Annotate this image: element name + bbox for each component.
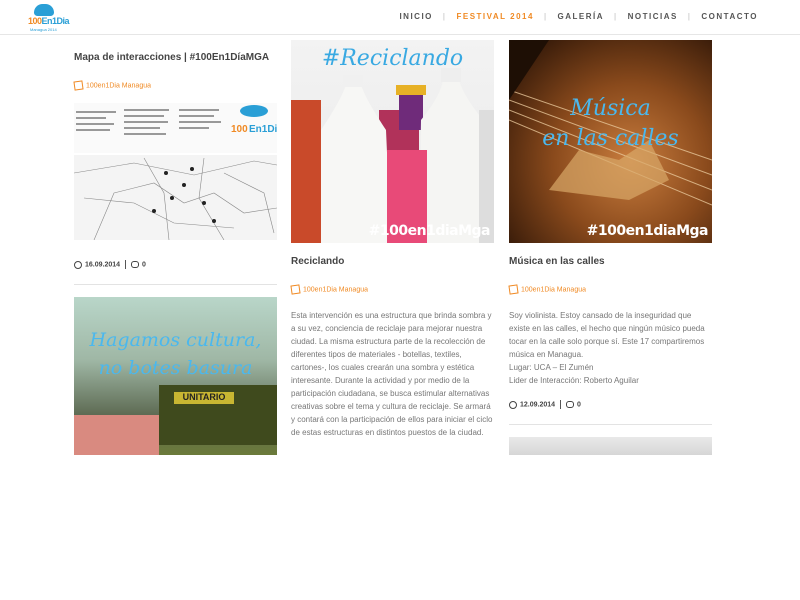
tag-icon <box>508 284 519 295</box>
recycling-image[interactable]: #Reciclando #100en1diaMga <box>291 40 494 243</box>
post-title-reciclando[interactable]: Reciclando <box>291 256 344 267</box>
nav-separator: | <box>687 12 692 21</box>
nav-item-festival[interactable]: FESTIVAL 2014 <box>456 12 533 21</box>
site-header: 100En1Dia Managua 2014 INICIO | FESTIVAL 2… <box>0 0 800 35</box>
excerpt-text: Soy violinista. Estoy cansado de la inse… <box>509 311 705 359</box>
post-title-map[interactable]: Mapa de interacciones | #100En1DíaMGA <box>74 52 269 63</box>
hashtag: #100en1diaMga <box>368 223 491 239</box>
overlay-line-1: Hagamos cultura, <box>89 329 262 351</box>
music-image[interactable]: Música en las calles #100en1diaMga <box>509 40 712 243</box>
overlay-reciclando: #Reciclando <box>321 46 464 71</box>
overlay-musica: Música <box>570 96 651 121</box>
post-meta: 12.09.2014 0 <box>509 400 581 409</box>
comment-icon <box>131 261 140 268</box>
post-tag[interactable]: 100en1Dia Managua <box>290 284 368 295</box>
clock-icon <box>509 400 517 409</box>
page-blank-area <box>0 455 800 600</box>
culture-image[interactable]: UNITARIO Hagamos cultura, no botes basur… <box>74 297 277 455</box>
site-logo[interactable]: 100En1Dia Managua 2014 <box>28 4 70 32</box>
excerpt-place: Lugar: UCA – El Zumén <box>509 363 594 372</box>
nav-item-noticias[interactable]: NOTICIAS <box>628 12 678 21</box>
tag-icon <box>290 284 301 295</box>
overlay-line-2: no botes basura <box>98 357 253 379</box>
nav-separator: | <box>614 12 618 21</box>
bus-sign: UNITARIO <box>174 392 234 404</box>
excerpt-leader: Lider de Interacción: Roberto Aguilar <box>509 376 639 385</box>
nav-item-inicio[interactable]: INICIO <box>399 12 432 21</box>
post-excerpt: Soy violinista. Estoy cansado de la inse… <box>509 309 712 387</box>
nav-separator: | <box>442 12 447 21</box>
logo-text: 100En1Dia <box>28 16 70 26</box>
post-excerpt: Esta intervención es una estructura que … <box>291 311 493 437</box>
divider <box>509 424 712 425</box>
logo-subtitle: Managua 2014 <box>30 27 57 32</box>
next-post-image[interactable] <box>509 437 712 455</box>
svg-text:100: 100 <box>231 124 248 135</box>
nav-item-galeria[interactable]: GALERÍA <box>558 12 605 21</box>
map-graphic: 100 En1Dia <box>74 103 277 240</box>
nav-separator: | <box>543 12 548 21</box>
post-tag[interactable]: 100en1Dia Managua <box>73 80 151 91</box>
cloud-icon <box>34 4 54 16</box>
clock-icon <box>74 260 82 269</box>
svg-text:En1Dia: En1Dia <box>249 124 277 135</box>
post-meta: 16.09.2014 0 <box>74 260 146 269</box>
tag-icon <box>73 80 84 91</box>
overlay-en-las-calles: en las calles <box>542 126 679 151</box>
nav-item-contacto[interactable]: CONTACTO <box>701 12 758 21</box>
comment-icon <box>566 401 575 408</box>
hashtag: #100en1diaMga <box>586 223 709 239</box>
map-image[interactable]: 100 En1Dia <box>74 103 277 240</box>
post-title-musica[interactable]: Música en las calles <box>509 256 605 267</box>
main-nav: INICIO | FESTIVAL 2014 | GALERÍA | NOTICIAS | CO… <box>399 12 758 21</box>
divider <box>74 284 277 285</box>
post-tag[interactable]: 100en1Dia Managua <box>508 284 586 295</box>
